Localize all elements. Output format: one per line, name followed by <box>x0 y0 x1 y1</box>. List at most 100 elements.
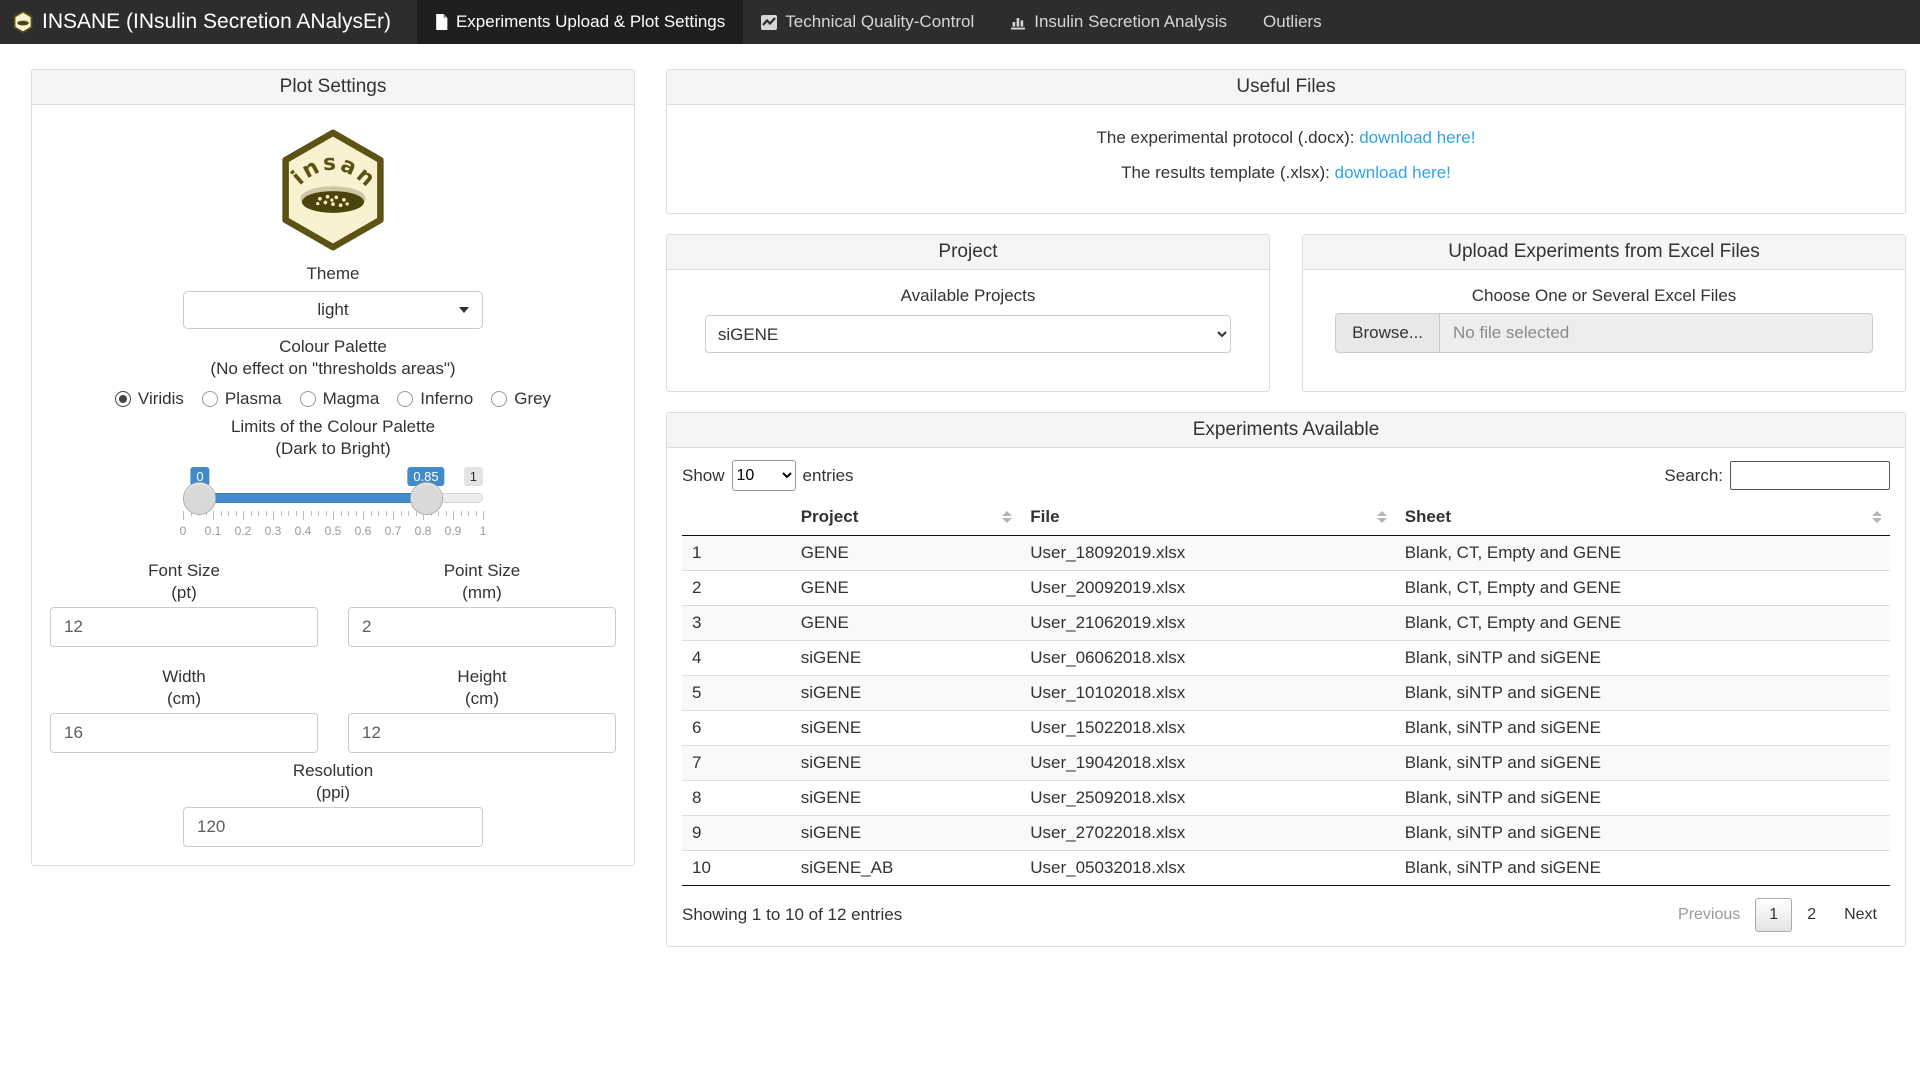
tab-experiments-upload[interactable]: Experiments Upload & Plot Settings <box>417 0 743 44</box>
sheet-cell: Blank, siNTP and siGENE <box>1395 746 1890 781</box>
row-index-cell: 1 <box>682 536 791 571</box>
slider-from-handle[interactable] <box>183 482 216 515</box>
experiments-table: Project File Sheet <box>682 499 1890 886</box>
slider-tick-label: 0.5 <box>325 524 342 538</box>
upload-heading: Upload Experiments from Excel Files <box>1303 235 1905 270</box>
sheet-cell: Blank, siNTP and siGENE <box>1395 676 1890 711</box>
height-label: Height <box>348 667 616 687</box>
palette-radio-viridis[interactable]: Viridis <box>115 389 184 409</box>
theme-label: Theme <box>50 264 616 284</box>
plot-settings-panel: Plot Settings <box>31 69 635 866</box>
protocol-line: The experimental protocol (.docx): downl… <box>685 128 1887 148</box>
row-index-cell: 4 <box>682 641 791 676</box>
search-control: Search: <box>1664 461 1890 490</box>
height-input[interactable] <box>348 713 616 753</box>
plot-settings-heading: Plot Settings <box>32 70 634 105</box>
page-button-2[interactable]: 2 <box>1794 899 1829 931</box>
theme-select[interactable]: light <box>183 291 483 329</box>
table-row[interactable]: 8siGENEUser_25092018.xlsxBlank, siNTP an… <box>682 781 1890 816</box>
table-row[interactable]: 10siGENE_ABUser_05032018.xlsxBlank, siNT… <box>682 851 1890 886</box>
slider-tick <box>296 511 297 516</box>
project-cell: siGENE_AB <box>791 851 1021 886</box>
slider-tick <box>461 511 462 516</box>
template-download-link[interactable]: download here! <box>1335 163 1451 182</box>
slider-tick <box>468 511 469 516</box>
palette-radio-magma[interactable]: Magma <box>300 389 380 409</box>
palette-radio-grey[interactable]: Grey <box>491 389 551 409</box>
file-cell: User_21062019.xlsx <box>1020 606 1394 641</box>
project-column-header[interactable]: Project <box>791 499 1021 536</box>
search-input[interactable] <box>1730 461 1890 490</box>
project-cell: GENE <box>791 606 1021 641</box>
slider-tick <box>258 511 259 516</box>
file-column-header[interactable]: File <box>1020 499 1394 536</box>
next-page-button[interactable]: Next <box>1831 899 1890 931</box>
palette-radio-inferno[interactable]: Inferno <box>397 389 473 409</box>
slider-grid: 00.10.20.30.40.50.60.70.80.91 <box>183 511 483 541</box>
useful-files-panel: Useful Files The experimental protocol (… <box>666 69 1906 214</box>
tab-technical-qc[interactable]: Technical Quality-Control <box>743 0 992 44</box>
table-row[interactable]: 1GENEUser_18092019.xlsxBlank, CT, Empty … <box>682 536 1890 571</box>
slider-tick-label: 0.1 <box>205 524 222 538</box>
experiments-tbody: 1GENEUser_18092019.xlsxBlank, CT, Empty … <box>682 536 1890 886</box>
sort-icon <box>1872 511 1882 523</box>
radio-label: Grey <box>514 389 551 409</box>
font-size-input[interactable] <box>50 607 318 647</box>
width-input[interactable] <box>50 713 318 753</box>
slider-tick-label: 0 <box>180 524 187 538</box>
point-size-input[interactable] <box>348 607 616 647</box>
slider-tick <box>446 511 447 516</box>
slider-selected-bar[interactable] <box>199 493 427 503</box>
table-row[interactable]: 2GENEUser_20092019.xlsxBlank, CT, Empty … <box>682 571 1890 606</box>
table-row[interactable]: 7siGENEUser_19042018.xlsxBlank, siNTP an… <box>682 746 1890 781</box>
palette-range-slider: 0 0.85 1 00.10.20.30.40.50.60.70.80.91 <box>183 467 483 541</box>
slider-to-handle[interactable] <box>410 482 443 515</box>
file-cell: User_10102018.xlsx <box>1020 676 1394 711</box>
width-label: Width <box>50 667 318 687</box>
radio-label: Inferno <box>420 389 473 409</box>
table-header-row: Project File Sheet <box>682 499 1890 536</box>
sheet-column-header[interactable]: Sheet <box>1395 499 1890 536</box>
table-row[interactable]: 3GENEUser_21062019.xlsxBlank, CT, Empty … <box>682 606 1890 641</box>
browse-button[interactable]: Browse... <box>1335 313 1440 353</box>
page-length-select[interactable]: 10 <box>732 460 796 491</box>
row-index-cell: 8 <box>682 781 791 816</box>
insane-logo-icon <box>13 11 33 33</box>
slider-tick <box>326 511 327 516</box>
slider-tick <box>408 511 409 516</box>
table-row[interactable]: 4siGENEUser_06062018.xlsxBlank, siNTP an… <box>682 641 1890 676</box>
sheet-cell: Blank, CT, Empty and GENE <box>1395 536 1890 571</box>
tab-insulin-analysis[interactable]: Insulin Secretion Analysis <box>992 0 1245 44</box>
resolution-unit: (ppi) <box>50 783 616 803</box>
sheet-cell: Blank, siNTP and siGENE <box>1395 851 1890 886</box>
palette-radio-plasma[interactable]: Plasma <box>202 389 282 409</box>
file-status-field[interactable]: No file selected <box>1440 313 1873 353</box>
slider-tick <box>228 511 229 516</box>
slider-tick <box>213 511 214 520</box>
radio-label: Viridis <box>138 389 184 409</box>
previous-page-button[interactable]: Previous <box>1665 899 1753 931</box>
file-cell: User_05032018.xlsx <box>1020 851 1394 886</box>
project-cell: siGENE <box>791 676 1021 711</box>
table-row[interactable]: 6siGENEUser_15022018.xlsxBlank, siNTP an… <box>682 711 1890 746</box>
project-cell: GENE <box>791 571 1021 606</box>
pagination: Previous 1 2 Next <box>1665 898 1890 932</box>
theme-selected-value: light <box>317 300 348 319</box>
table-row[interactable]: 9siGENEUser_27022018.xlsxBlank, siNTP an… <box>682 816 1890 851</box>
file-cell: User_19042018.xlsx <box>1020 746 1394 781</box>
tab-outliers[interactable]: Outliers <box>1245 0 1340 44</box>
slider-tick <box>483 511 484 520</box>
radio-icon <box>300 391 316 407</box>
row-index-cell: 5 <box>682 676 791 711</box>
slider-tick <box>251 511 252 516</box>
available-projects-select[interactable]: siGENE <box>705 315 1231 353</box>
resolution-input[interactable] <box>183 807 483 847</box>
protocol-download-link[interactable]: download here! <box>1359 128 1475 147</box>
insane-hex-logo: insane <box>278 129 388 251</box>
table-row[interactable]: 5siGENEUser_10102018.xlsxBlank, siNTP an… <box>682 676 1890 711</box>
page-button-1[interactable]: 1 <box>1755 898 1792 932</box>
slider-tick-label: 0.8 <box>415 524 432 538</box>
slider-tick <box>266 511 267 516</box>
slider-tick <box>333 511 334 520</box>
table-footer: Showing 1 to 10 of 12 entries Previous 1… <box>682 898 1890 932</box>
